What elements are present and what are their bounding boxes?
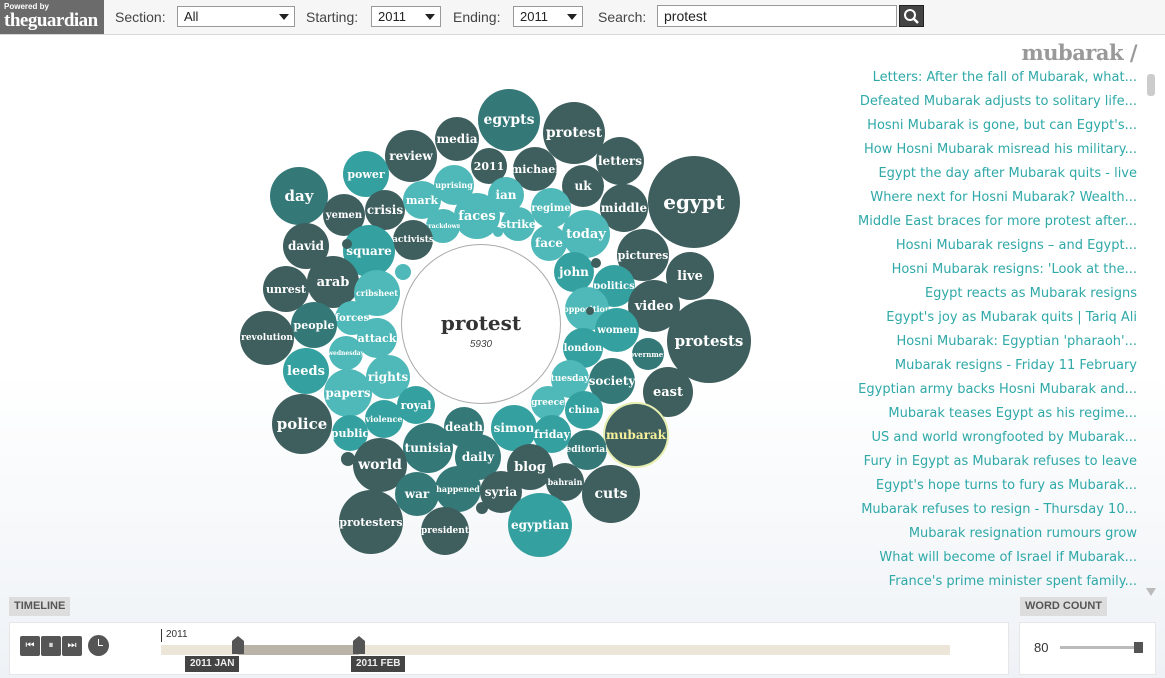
article-link[interactable]: Middle East braces for more protest afte… (840, 210, 1137, 234)
timeline-selected-range[interactable] (238, 645, 359, 655)
skip-back-icon: ⏮ (25, 640, 35, 651)
word-bubble-violence[interactable]: violence (365, 400, 403, 438)
article-link[interactable]: Hosni Mubarak is gone, but can Egypt's..… (840, 114, 1137, 138)
word-bubble-day[interactable]: day (270, 167, 328, 225)
word-bubble-activists[interactable]: activists (393, 220, 433, 260)
word-bubble[interactable] (476, 502, 488, 514)
article-list-scrollbar[interactable] (1144, 68, 1159, 596)
word-count-slider-thumb[interactable] (1134, 642, 1143, 653)
skip-forward-button[interactable]: ⏭ (62, 636, 82, 656)
word-bubble[interactable] (341, 452, 355, 466)
word-bubble-egypt[interactable]: egypt (648, 156, 740, 248)
center-search-term: protest 5930 (401, 244, 561, 404)
article-link[interactable]: France's prime minister spent family... (840, 570, 1137, 594)
article-link[interactable]: US and world wrongfooted by Mubarak... (840, 426, 1137, 450)
word-bubble-revolution[interactable]: revolution (240, 311, 294, 365)
word-bubble-john[interactable]: john (554, 252, 594, 292)
word-bubble-letters[interactable]: letters (596, 137, 644, 185)
article-link[interactable]: How Hosni Mubarak misread his military..… (840, 138, 1137, 162)
search-icon (904, 9, 919, 24)
word-bubble-happened[interactable]: happened (435, 466, 481, 512)
timeline-start-label: 2011 JAN (185, 656, 240, 672)
article-link[interactable]: Mubarak refuses to resign - Thursday 10.… (840, 498, 1137, 522)
word-bubble[interactable] (493, 227, 503, 237)
center-term: protest (440, 311, 522, 335)
article-link[interactable]: Mubarak resignation rumours grow (840, 522, 1137, 546)
article-link[interactable]: Mubarak teases Egypt as his regime... (840, 402, 1137, 426)
article-link[interactable]: Egypt the day after Mubarak quits - live (840, 162, 1137, 186)
article-link[interactable]: Egypt's hope turns to fury as Mubarak... (840, 474, 1137, 498)
article-link[interactable]: Hosni Mubarak: Egyptian 'pharaoh'... (840, 330, 1137, 354)
center-term-count: 5930 (469, 339, 493, 350)
skip-back-button[interactable]: ⏮ (20, 636, 40, 656)
word-bubble-egypts[interactable]: egypts (478, 89, 540, 151)
word-count-value: 80 (1034, 640, 1049, 655)
timeline-year-mark: 2011 (161, 629, 188, 642)
timeline-end-label: 2011 FEB (351, 656, 406, 672)
word-bubble-today[interactable]: today (562, 210, 610, 258)
word-bubble-china[interactable]: china (565, 391, 603, 429)
scroll-down-icon[interactable] (1146, 588, 1156, 596)
search-button[interactable] (899, 5, 924, 27)
article-link[interactable]: Mubarak resigns - Friday 11 February (840, 354, 1137, 378)
word-count-label: WORD COUNT (1020, 597, 1107, 616)
timeline-label: TIMELINE (9, 597, 71, 616)
word-bubble-mubarak[interactable]: mubarak (603, 402, 669, 468)
word-bubble[interactable] (395, 264, 411, 280)
word-bubble-strike[interactable]: strike (501, 207, 535, 241)
word-bubble-people[interactable]: people (291, 302, 337, 348)
article-link[interactable]: Letters: After the fall of Mubarak, what… (840, 66, 1137, 90)
word-bubble-cuts[interactable]: cuts (582, 465, 640, 523)
clock-icon[interactable] (88, 635, 109, 656)
word-bubble[interactable] (591, 258, 601, 268)
skip-forward-icon: ⏭ (67, 640, 77, 651)
article-link[interactable]: Egypt reacts as Mubarak resigns (840, 282, 1137, 306)
word-bubble[interactable] (342, 239, 352, 249)
article-link[interactable]: Egyptian army backs Hosni Mubarak and... (840, 378, 1137, 402)
word-bubble-protesters[interactable]: protesters (339, 490, 403, 554)
scrollbar-thumb[interactable] (1147, 74, 1155, 96)
word-bubble-government[interactable]: government (632, 338, 664, 370)
article-link[interactable]: Hosni Mubarak resigns – and Egypt... (840, 234, 1137, 258)
article-link[interactable]: Defeated Mubarak adjusts to solitary lif… (840, 90, 1137, 114)
word-bubble-president[interactable]: president (421, 507, 469, 555)
word-bubble[interactable] (586, 307, 594, 315)
pause-icon: ⏸ (48, 640, 54, 651)
articles-title: mubarak / (1021, 40, 1138, 65)
word-bubble-leeds[interactable]: leeds (283, 348, 329, 394)
word-bubble-papers[interactable]: papers (324, 369, 372, 417)
word-bubble-police[interactable]: police (272, 394, 332, 454)
word-bubble-media[interactable]: media (435, 117, 479, 161)
timeline-end-handle[interactable] (353, 636, 365, 654)
article-link[interactable]: What will become of Israel if Mubarak... (840, 546, 1137, 570)
pause-button[interactable]: ⏸ (41, 636, 61, 656)
word-bubble-attack[interactable]: attack (357, 318, 397, 358)
article-link[interactable]: Fury in Egypt as Mubarak refuses to leav… (840, 450, 1137, 474)
article-link[interactable]: Hosni Mubarak resigns: 'Look at the... (840, 258, 1137, 282)
article-list: Letters: After the fall of Mubarak, what… (840, 66, 1137, 594)
word-bubble-tunisia[interactable]: tunisia (403, 423, 453, 473)
article-link[interactable]: Egypt's joy as Mubarak quits | Tariq Ali (840, 306, 1137, 330)
word-bubble-wednesday[interactable]: wednesday (329, 336, 363, 370)
word-bubble-review[interactable]: review (385, 130, 437, 182)
word-count-slider[interactable] (1060, 646, 1142, 649)
word-bubble-egyptian[interactable]: egyptian (508, 493, 572, 557)
article-link[interactable]: Where next for Hosni Mubarak? Wealth... (840, 186, 1137, 210)
timeline-start-handle[interactable] (232, 636, 244, 654)
